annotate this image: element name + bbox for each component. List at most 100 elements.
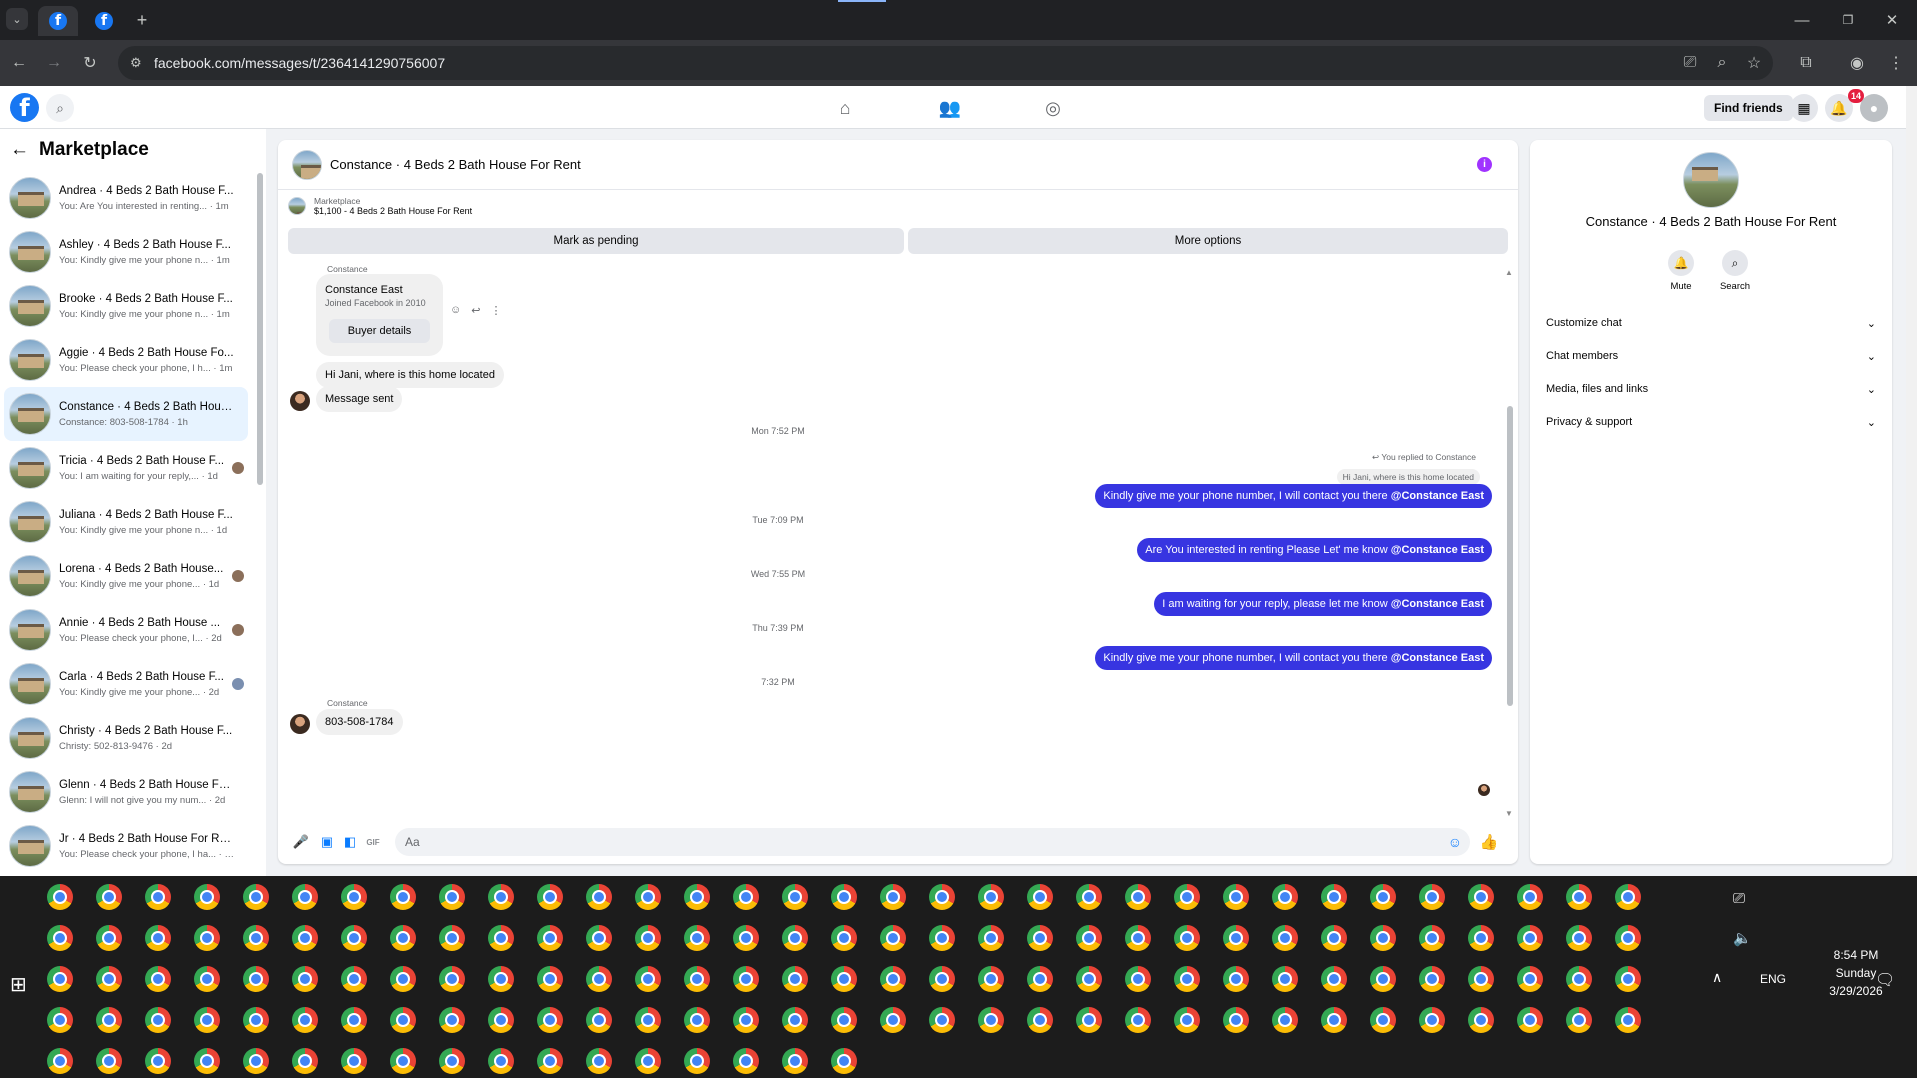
notification-center-icon[interactable]: 🗨: [1875, 970, 1895, 990]
chrome-window-icon[interactable]: [341, 966, 367, 992]
chrome-window-icon[interactable]: [929, 1007, 955, 1033]
chrome-window-icon[interactable]: [1174, 925, 1200, 951]
chrome-window-icon[interactable]: [978, 966, 1004, 992]
chat-members-item[interactable]: Chat members ⌄: [1540, 342, 1882, 370]
chrome-window-icon[interactable]: [782, 966, 808, 992]
chrome-window-icon[interactable]: [537, 884, 563, 910]
chrome-window-icon[interactable]: [1076, 966, 1102, 992]
chrome-window-icon[interactable]: [880, 966, 906, 992]
chrome-window-icon[interactable]: [733, 966, 759, 992]
mention[interactable]: @Constance East: [1391, 544, 1484, 556]
tab-facebook-2[interactable]: f: [84, 6, 124, 36]
chrome-window-icon[interactable]: [978, 925, 1004, 951]
friends-icon[interactable]: 👥: [935, 94, 965, 122]
chrome-window-icon[interactable]: [1272, 1007, 1298, 1033]
chrome-window-icon[interactable]: [1615, 966, 1641, 992]
incoming-message[interactable]: 803-508-1784: [316, 709, 403, 735]
microphone-icon[interactable]: 🎤: [292, 833, 310, 851]
chrome-window-icon[interactable]: [1370, 1007, 1396, 1033]
chrome-window-icon[interactable]: [929, 884, 955, 910]
chrome-window-icon[interactable]: [733, 884, 759, 910]
chrome-window-icon[interactable]: [782, 1007, 808, 1033]
chrome-window-icon[interactable]: [586, 925, 612, 951]
chrome-window-icon[interactable]: [47, 1048, 73, 1074]
chrome-window-icon[interactable]: [1321, 1007, 1347, 1033]
page-scrollbar[interactable]: [1906, 86, 1917, 876]
chrome-window-icon[interactable]: [880, 1007, 906, 1033]
chat-avatar[interactable]: [292, 149, 322, 180]
emoji-icon[interactable]: ☺: [1448, 834, 1462, 850]
chrome-window-icon[interactable]: [145, 1048, 171, 1074]
tab-facebook-1[interactable]: f: [38, 6, 78, 36]
chrome-window-icon[interactable]: [929, 966, 955, 992]
tray-overflow-icon[interactable]: ∧: [1712, 969, 1722, 986]
chrome-window-icon[interactable]: [390, 884, 416, 910]
extensions-icon[interactable]: ⧉: [1792, 49, 1820, 77]
chrome-window-icon[interactable]: [1419, 884, 1445, 910]
chrome-window-icon[interactable]: [1468, 966, 1494, 992]
chrome-window-icon[interactable]: [1027, 966, 1053, 992]
chrome-window-icon[interactable]: [390, 966, 416, 992]
back-icon[interactable]: ←: [5, 49, 33, 77]
chrome-window-icon[interactable]: [488, 884, 514, 910]
chrome-window-icon[interactable]: [831, 966, 857, 992]
tab-search-icon[interactable]: ⌄: [6, 8, 28, 30]
close-window-icon[interactable]: ✕: [1880, 10, 1904, 30]
chrome-window-icon[interactable]: [1419, 966, 1445, 992]
chrome-window-icon[interactable]: [684, 884, 710, 910]
react-icon[interactable]: ☺: [450, 304, 461, 317]
chrome-window-icon[interactable]: [635, 884, 661, 910]
chrome-window-icon[interactable]: [1566, 925, 1592, 951]
conversation-item[interactable]: Ashley · 4 Beds 2 Bath House F... You: Ki…: [4, 225, 248, 279]
chrome-window-icon[interactable]: [47, 1007, 73, 1033]
mention[interactable]: @Constance East: [1391, 598, 1484, 610]
chrome-window-icon[interactable]: [1370, 884, 1396, 910]
mention[interactable]: @Constance East: [1391, 652, 1484, 664]
chrome-window-icon[interactable]: [1223, 1007, 1249, 1033]
conversation-item[interactable]: Carla · 4 Beds 2 Bath House F... You: Kin…: [4, 657, 248, 711]
sidebar-scrollbar[interactable]: [254, 159, 264, 867]
chrome-window-icon[interactable]: [292, 884, 318, 910]
chrome-window-icon[interactable]: [96, 966, 122, 992]
chrome-window-icon[interactable]: [1468, 1007, 1494, 1033]
chrome-window-icon[interactable]: [1566, 884, 1592, 910]
chrome-window-icon[interactable]: [341, 1007, 367, 1033]
chrome-window-icon[interactable]: [1223, 884, 1249, 910]
chrome-window-icon[interactable]: [1272, 966, 1298, 992]
chrome-window-icon[interactable]: [635, 925, 661, 951]
chrome-window-icon[interactable]: [96, 925, 122, 951]
chrome-window-icon[interactable]: [733, 1007, 759, 1033]
conversation-item[interactable]: Annie · 4 Beds 2 Bath House ... You: Plea…: [4, 603, 248, 657]
chrome-window-icon[interactable]: [292, 925, 318, 951]
chrome-window-icon[interactable]: [1125, 1007, 1151, 1033]
chrome-window-icon[interactable]: [1076, 884, 1102, 910]
chrome-window-icon[interactable]: [439, 884, 465, 910]
chrome-window-icon[interactable]: [978, 884, 1004, 910]
chrome-window-icon[interactable]: [439, 925, 465, 951]
chrome-window-icon[interactable]: [1321, 884, 1347, 910]
chrome-window-icon[interactable]: [194, 925, 220, 951]
outgoing-message[interactable]: I am waiting for your reply, please let …: [1154, 592, 1492, 616]
chrome-window-icon[interactable]: [243, 884, 269, 910]
chrome-window-icon[interactable]: [488, 925, 514, 951]
account-avatar[interactable]: ●: [1860, 94, 1888, 122]
chrome-window-icon[interactable]: [341, 1048, 367, 1074]
chrome-window-icon[interactable]: [1027, 925, 1053, 951]
chrome-window-icon[interactable]: [1615, 1007, 1641, 1033]
search-in-chat-button[interactable]: ⌕ Search: [1715, 250, 1755, 292]
chrome-window-icon[interactable]: [684, 1048, 710, 1074]
chrome-window-icon[interactable]: [1615, 884, 1641, 910]
incoming-message[interactable]: Message sent: [316, 386, 403, 412]
reply-icon[interactable]: ↩: [471, 304, 480, 317]
mention[interactable]: @Constance East: [1391, 490, 1484, 502]
chrome-window-icon[interactable]: [390, 1048, 416, 1074]
chrome-window-icon[interactable]: [586, 1007, 612, 1033]
outgoing-message[interactable]: Kindly give me your phone number, I will…: [1095, 484, 1492, 508]
chrome-window-icon[interactable]: [194, 884, 220, 910]
info-icon[interactable]: i: [1477, 157, 1492, 172]
profile-icon[interactable]: ◉: [1843, 49, 1871, 77]
media-files-links-item[interactable]: Media, files and links ⌄: [1540, 375, 1882, 403]
chrome-window-icon[interactable]: [537, 925, 563, 951]
chrome-window-icon[interactable]: [586, 1048, 612, 1074]
chrome-window-icon[interactable]: [1272, 925, 1298, 951]
